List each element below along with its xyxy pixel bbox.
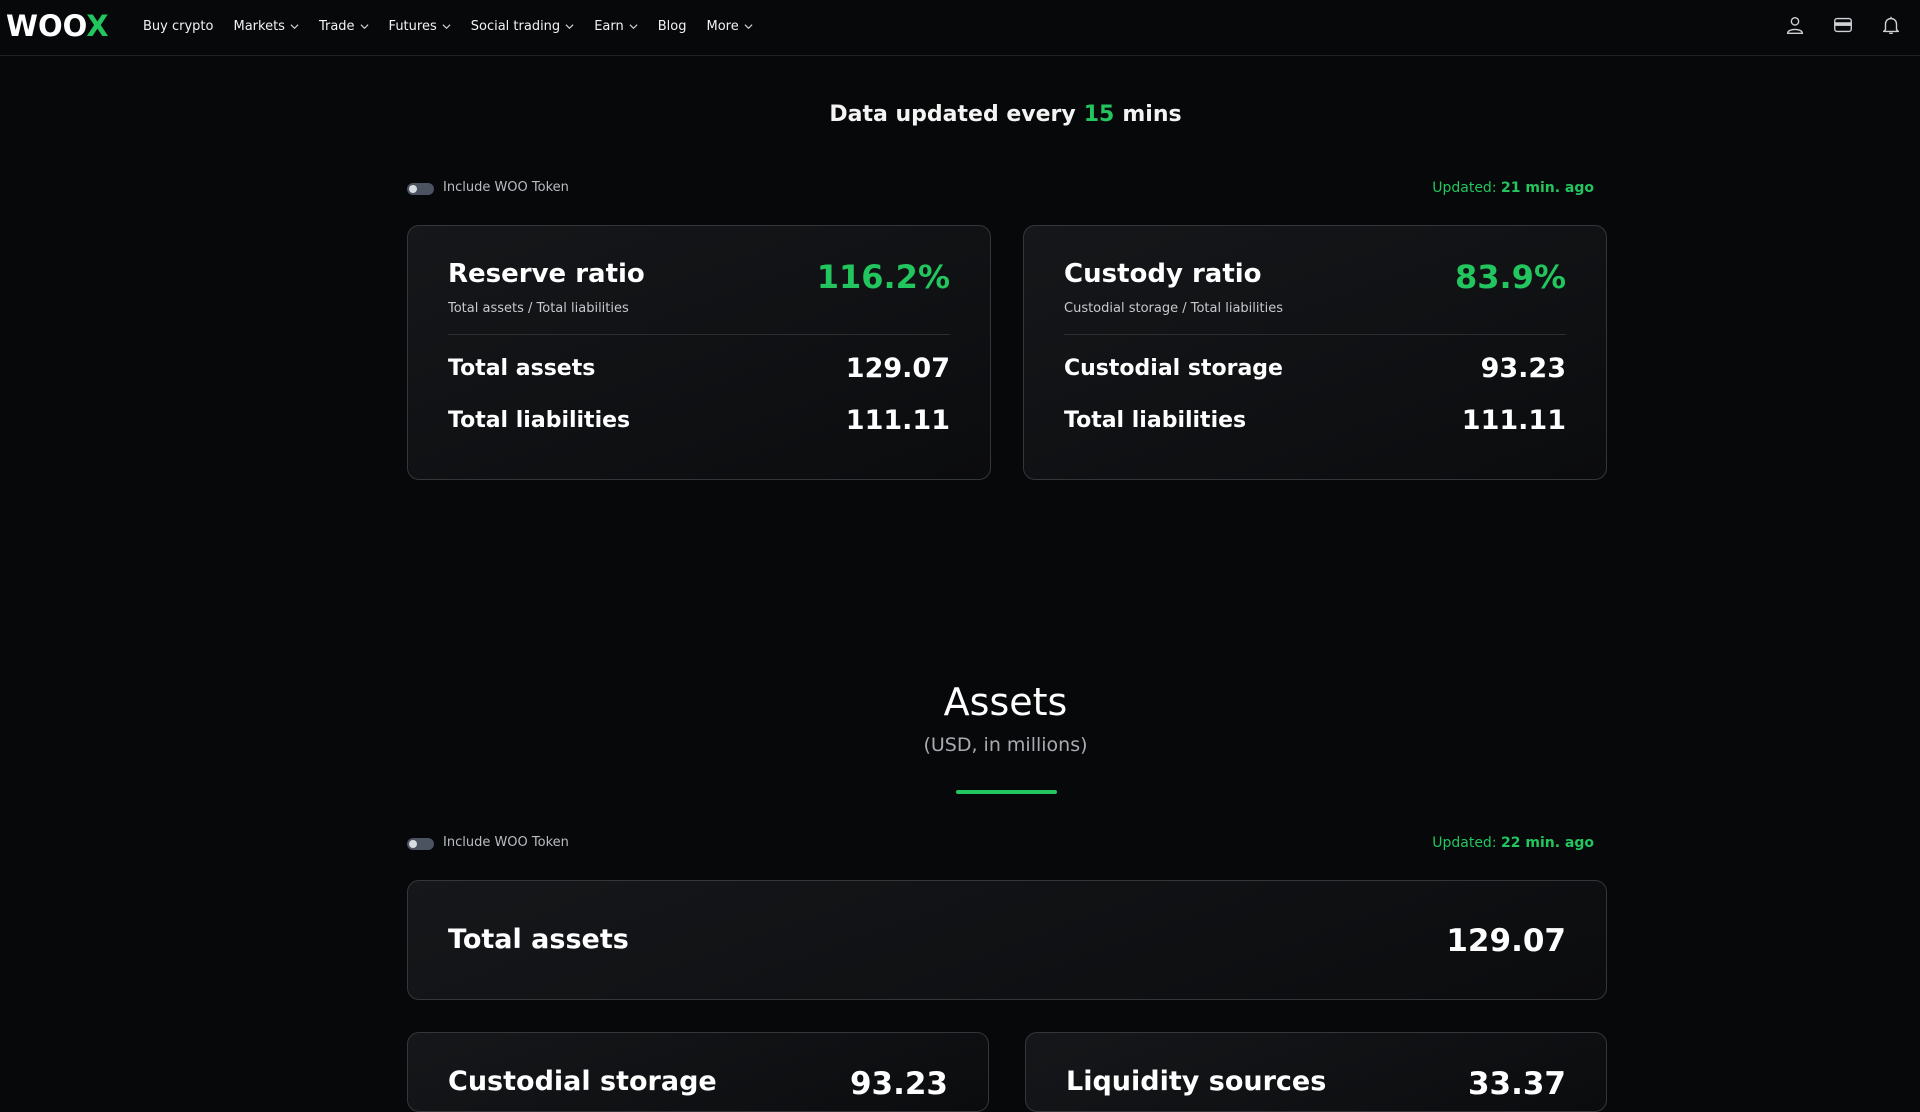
assets-toggle-row: Include WOO Token Updated: 22 min. ago	[407, 834, 1594, 854]
custodial-storage-card: Custodial storage 93.23	[407, 1032, 989, 1112]
nav-links: Buy crypto Markets Trade Futures Social …	[143, 0, 773, 52]
card-title: Custody ratio	[1064, 259, 1262, 289]
logo-main: WOO	[6, 9, 87, 43]
toggle-knob	[409, 185, 417, 193]
updated-prefix: Updated:	[1432, 835, 1497, 851]
breakdown-value: 93.23	[849, 1066, 948, 1102]
section-accent-bar	[956, 790, 1057, 794]
headline-suffix: mins	[1122, 102, 1182, 127]
total-assets-value: 129.07	[1446, 923, 1566, 959]
nav-item-blog[interactable]: Blog	[658, 19, 687, 34]
reserve-toggle-row: Include WOO Token Updated: 21 min. ago	[407, 179, 1594, 199]
top-nav: WOOX Buy crypto Markets Trade Futures So…	[0, 0, 1920, 56]
nav-item-label: Futures	[388, 18, 437, 34]
nav-item-label: Social trading	[470, 18, 561, 34]
include-woo-label: Include WOO Token	[443, 180, 569, 195]
chevron-down-icon	[290, 23, 299, 29]
custody-ratio-card: Custody ratio Custodial storage / Total …	[1023, 225, 1607, 480]
total-assets-card: Total assets 129.07	[407, 880, 1607, 1000]
row-label: Total assets	[448, 356, 596, 381]
liquidity-sources-card: Liquidity sources 33.37	[1025, 1032, 1607, 1112]
card-subtitle: Total assets / Total liabilities	[448, 301, 629, 316]
row-label: Total liabilities	[448, 408, 631, 433]
row-value: 111.11	[1461, 405, 1566, 436]
assets-section-title: Assets	[943, 680, 1068, 724]
nav-item-label: Markets	[233, 18, 285, 34]
row-value: 111.11	[845, 405, 950, 436]
row-label: Custodial storage	[1064, 356, 1283, 381]
updated-value: 21 min. ago	[1501, 180, 1594, 196]
nav-item-label: Earn	[594, 18, 624, 34]
assets-section-subtitle: (USD, in millions)	[923, 734, 1088, 756]
nav-item-label: Blog	[657, 18, 687, 34]
card-title: Reserve ratio	[448, 259, 645, 289]
chevron-down-icon	[629, 23, 638, 29]
reserve-ratio-card: Reserve ratio Total assets / Total liabi…	[407, 225, 991, 480]
ratio-value: 116.2%	[816, 258, 950, 296]
logo-accent: X	[86, 9, 109, 43]
nav-item-label: Buy crypto	[143, 18, 214, 34]
chevron-down-icon	[442, 23, 451, 29]
row-value: 93.23	[1480, 353, 1566, 384]
card-divider	[448, 334, 950, 335]
headline-prefix: Data updated every	[829, 102, 1076, 127]
nav-item-markets[interactable]: Markets	[233, 18, 299, 34]
user-icon[interactable]	[1784, 14, 1806, 36]
card-subtitle: Custodial storage / Total liabilities	[1064, 301, 1283, 316]
updated-prefix: Updated:	[1432, 180, 1497, 196]
woox-logo[interactable]: WOOX	[6, 11, 109, 41]
nav-item-buy-crypto[interactable]: Buy crypto	[143, 19, 213, 34]
row-value: 129.07	[845, 353, 950, 384]
nav-item-more[interactable]: More	[706, 18, 753, 34]
nav-item-label: More	[706, 18, 739, 34]
nav-item-earn[interactable]: Earn	[594, 19, 638, 34]
include-woo-label: Include WOO Token	[443, 835, 569, 850]
nav-item-futures[interactable]: Futures	[389, 19, 451, 34]
toggle-knob	[409, 840, 417, 848]
breakdown-value: 33.37	[1467, 1066, 1566, 1102]
bell-icon[interactable]	[1880, 14, 1902, 36]
data-update-headline: Data updated every 15 mins	[0, 102, 1920, 127]
breakdown-label: Custodial storage	[448, 1066, 717, 1097]
updated-value: 22 min. ago	[1501, 835, 1594, 851]
ratio-value: 83.9%	[1454, 258, 1566, 296]
row-label: Total liabilities	[1064, 408, 1247, 433]
headline-number: 15	[1083, 102, 1115, 127]
nav-icons	[1784, 14, 1902, 36]
updated-status: Updated: 22 min. ago	[1432, 835, 1594, 851]
breakdown-label: Liquidity sources	[1066, 1066, 1327, 1097]
include-woo-toggle[interactable]	[407, 838, 434, 850]
nav-item-label: Trade	[318, 18, 355, 34]
nav-item-social-trading[interactable]: Social trading	[471, 19, 574, 34]
card-divider	[1064, 334, 1566, 335]
wallet-icon[interactable]	[1832, 14, 1854, 36]
chevron-down-icon	[744, 23, 753, 29]
include-woo-toggle[interactable]	[407, 183, 434, 195]
updated-status: Updated: 21 min. ago	[1432, 180, 1594, 196]
chevron-down-icon	[360, 23, 369, 29]
chevron-down-icon	[565, 23, 574, 29]
total-assets-label: Total assets	[448, 924, 629, 955]
nav-item-trade[interactable]: Trade	[319, 19, 369, 34]
